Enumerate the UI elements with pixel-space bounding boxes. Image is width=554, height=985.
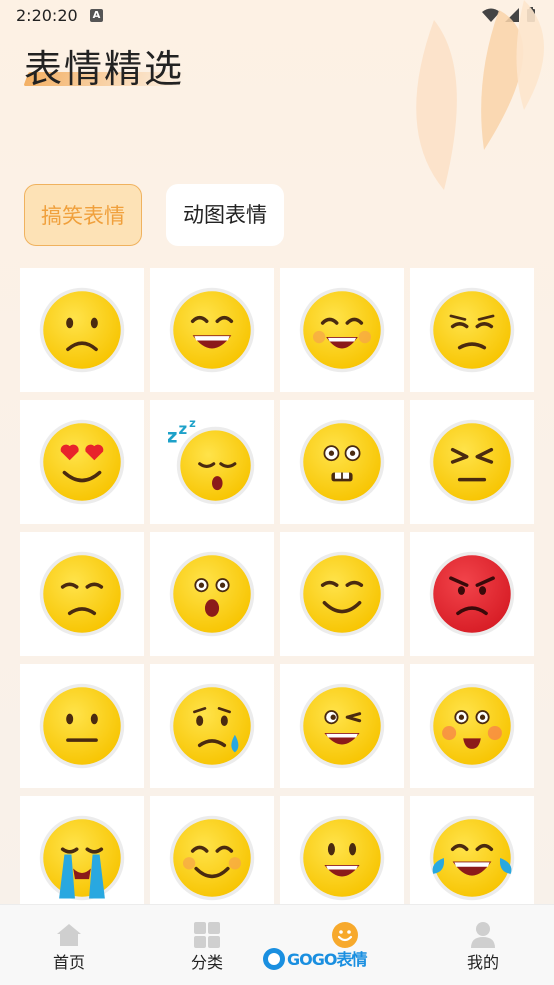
content-smile-face-icon	[299, 551, 385, 637]
watermark-logo: GOGO表情	[263, 948, 368, 970]
home-icon	[57, 924, 81, 946]
nav-item-home[interactable]: 首页	[0, 905, 138, 985]
emoji-cell-tears-of-joy[interactable]	[410, 796, 534, 908]
emoji-cell-laughing[interactable]	[280, 268, 404, 392]
squinting-face-icon	[429, 419, 515, 505]
emoji-cell-angry[interactable]	[410, 532, 534, 656]
grinning-face-icon	[169, 287, 255, 373]
profile-icon	[471, 922, 495, 948]
emoji-cell-neutral[interactable]	[20, 664, 144, 788]
unamused-face-icon	[39, 551, 125, 637]
flushed-face-icon	[429, 683, 515, 769]
emoji-cell-loudly-crying[interactable]	[20, 796, 144, 908]
tears-of-joy-face-icon	[429, 815, 515, 901]
nav-label-profile: 我的	[466, 953, 499, 972]
emoji-cell-sad[interactable]	[20, 268, 144, 392]
nav-item-category[interactable]: 分类	[138, 905, 276, 985]
emoji-grid: z z z	[20, 268, 534, 908]
emoji-cell-heart-eyes[interactable]	[20, 400, 144, 524]
status-time: 2:20:20	[16, 6, 78, 25]
sleeping-face-icon: z z z	[168, 418, 255, 505]
emoji-cell-blushing[interactable]	[150, 796, 274, 908]
blushing-smile-face-icon	[169, 815, 255, 901]
crying-sweat-face-icon	[169, 683, 255, 769]
loudly-crying-face-icon	[39, 815, 125, 901]
page-title-wrap: 表情精选	[23, 38, 187, 93]
emoji-cell-squinting[interactable]	[410, 400, 534, 524]
emoji-cell-happy[interactable]	[280, 796, 404, 908]
angry-red-face-icon	[429, 551, 515, 637]
bucktooth-face-icon	[299, 419, 385, 505]
laughing-face-icon	[299, 287, 385, 373]
neutral-face-icon	[39, 683, 125, 769]
emoji-cell-content-smile[interactable]	[280, 532, 404, 656]
nav-label-home: 首页	[52, 953, 85, 972]
surprised-face-icon	[169, 551, 255, 637]
nav-label-category: 分类	[190, 953, 223, 972]
emoji-cell-surprised[interactable]	[150, 532, 274, 656]
emoji-cell-winking[interactable]	[280, 664, 404, 788]
tab-animated-stickers[interactable]: 动图表情	[166, 184, 284, 246]
emoji-cell-grinning[interactable]	[150, 268, 274, 392]
emoji-cell-crying-sweat[interactable]	[150, 664, 274, 788]
heart-eyes-face-icon	[39, 419, 125, 505]
svg-text:z: z	[179, 420, 188, 438]
emoji-cell-bucktooth[interactable]	[280, 400, 404, 524]
emoji-cell-sleeping[interactable]: z z z	[150, 400, 274, 524]
svg-text:z: z	[189, 418, 196, 430]
svg-text:z: z	[168, 425, 178, 448]
accessibility-indicator-icon: A	[90, 9, 103, 22]
nav-item-profile[interactable]: 我的	[414, 905, 552, 985]
smug-face-icon	[429, 287, 515, 373]
happy-face-icon	[299, 815, 385, 901]
emoji-cell-flushed[interactable]	[410, 664, 534, 788]
grid-icon	[194, 922, 220, 948]
winking-face-icon	[299, 683, 385, 769]
decorative-petals	[416, 0, 544, 190]
tab-funny-stickers[interactable]: 搞笑表情	[24, 184, 142, 246]
svg-text:GOGO表情: GOGO表情	[287, 950, 367, 969]
emoji-cell-unamused[interactable]	[20, 532, 144, 656]
page-title: 表情精选	[24, 47, 185, 91]
sad-face-icon	[39, 287, 125, 373]
emoji-cell-smug[interactable]	[410, 268, 534, 392]
